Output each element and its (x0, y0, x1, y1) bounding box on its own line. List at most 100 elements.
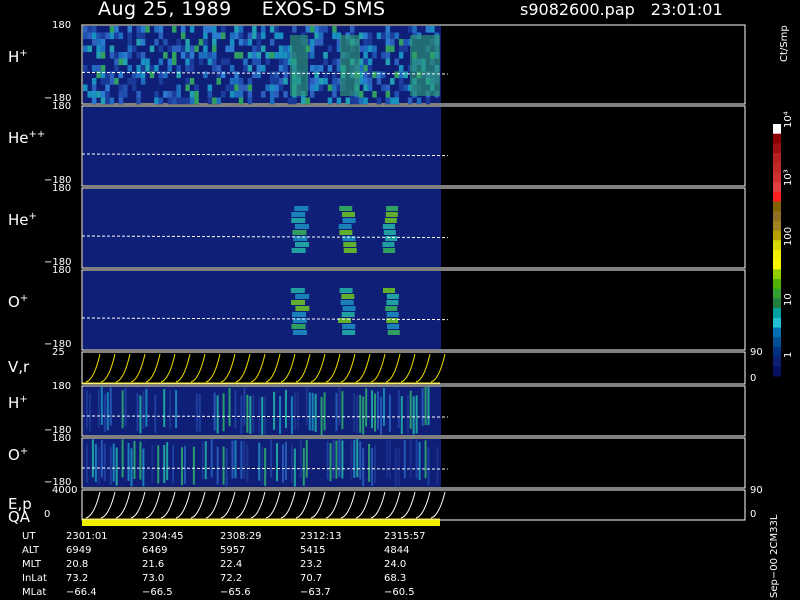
spectrogram-cell (140, 39, 146, 46)
spectrogram-stripe (359, 441, 362, 480)
spectrogram-cell (274, 84, 279, 92)
spectrogram-stripe (427, 447, 430, 486)
spectrogram-cell (198, 39, 204, 46)
spectrogram-cell (185, 58, 190, 66)
spectrogram-cell (416, 97, 422, 105)
spectrogram-cell (343, 242, 357, 247)
spectrogram-stripe (374, 445, 377, 484)
spectrogram-cell (339, 230, 353, 235)
spectrogram-cell (382, 224, 395, 229)
panel-species-label: He+ (8, 211, 37, 229)
spectrogram-cell (123, 58, 128, 66)
spectrogram-cell (256, 45, 262, 53)
spectrogram-cell (372, 45, 377, 53)
spectrogram-cell (252, 58, 257, 66)
spectrogram-stripe (320, 396, 323, 435)
colorbar-segment (773, 124, 781, 135)
spectrogram-cell (342, 218, 356, 223)
spectrogram-cell (118, 32, 124, 40)
spectrogram-cell (336, 97, 342, 105)
spectrogram-stripe (329, 443, 332, 482)
spectrogram-stripe (222, 446, 225, 485)
spectrogram-stripe (397, 390, 400, 429)
spectrogram-cell (386, 294, 399, 299)
spectrogram-cell (131, 45, 137, 53)
spectrogram-cell (105, 84, 110, 92)
spectrogram-stripe (403, 440, 406, 479)
spectrogram-cell (269, 26, 275, 33)
spectrogram-stripe (380, 396, 382, 435)
spectrogram-stripe (231, 440, 234, 479)
spectrogram-cell (252, 45, 257, 53)
spectrogram-cell (216, 97, 221, 105)
spectrogram-cell (229, 65, 235, 72)
spectrogram-cell (252, 52, 257, 59)
spectrogram-cell (247, 32, 253, 40)
spectrogram-cell (145, 65, 150, 72)
spectrogram-cell (394, 32, 399, 40)
spectrogram-stripe (261, 396, 264, 435)
spectrogram-cell (323, 78, 328, 85)
spectrogram-cell (342, 330, 356, 335)
spectrogram-cell (136, 91, 141, 98)
spectrogram-cell (149, 65, 155, 72)
spectrogram-cell (203, 26, 208, 33)
spectrogram-cell (385, 39, 391, 46)
spectrogram-cell (185, 97, 190, 105)
ephemeris-value: 2312:13 (300, 531, 342, 542)
spectrogram-cell (358, 97, 364, 105)
spectrogram-cell (154, 39, 159, 46)
spectrogram-stripe (350, 441, 353, 480)
spectrogram-stripe (276, 443, 279, 482)
spectrogram-cell (339, 288, 353, 293)
spectrogram-cell (247, 39, 253, 46)
spectrogram-cell (398, 39, 404, 46)
spectrogram-cell (243, 58, 248, 66)
spectrogram-stripe (371, 390, 374, 429)
spectrogram-cell (96, 65, 101, 72)
colorbar-label: 10 (783, 293, 794, 306)
spectrogram-stripe (154, 395, 157, 434)
panel-charge-label: + (19, 446, 29, 457)
ephemeris-label: MLT (22, 559, 41, 570)
ephemeris-value: −63.7 (300, 587, 331, 598)
spectrogram-stripe (142, 448, 145, 487)
spectrogram-cell (394, 71, 399, 79)
spectrogram-cell (294, 206, 309, 211)
spectrogram-cell (367, 78, 373, 85)
spectrogram-cell (381, 52, 386, 59)
spectrogram-cell (100, 45, 106, 53)
spectrogram-cell (185, 84, 190, 92)
spectrogram-stripe (97, 389, 100, 428)
spectrogram-cell (140, 65, 146, 72)
panel-species-label: H+ (8, 47, 28, 66)
spectrogram-stripe (142, 390, 145, 429)
ephemeris-value: −66.4 (66, 587, 97, 598)
spectrogram-stripe (243, 440, 246, 479)
spectrogram-cell (136, 32, 141, 40)
spectrogram-stripe (415, 440, 418, 479)
spectrogram-cell (385, 84, 391, 92)
spectrogram-cell (342, 324, 356, 329)
colorbar-segment (773, 366, 781, 377)
spectrogram-burst (290, 35, 308, 96)
colorbar-segment (773, 259, 781, 270)
spectrogram-cell (387, 330, 400, 335)
spectrogram-stripe (409, 439, 412, 478)
spectrogram-stripe (100, 387, 103, 426)
spectrogram-stripe (88, 393, 91, 432)
spectrogram-cell (163, 39, 168, 46)
spectrogram-cell (323, 71, 328, 79)
spectrogram-cell (341, 312, 355, 317)
spectrogram-cell (274, 91, 279, 98)
spectrogram-cell (341, 212, 355, 217)
spectrogram-stripe (385, 440, 388, 479)
spectrogram-stripe (290, 444, 293, 483)
ephemeris-value: 2304:45 (142, 531, 184, 542)
spectrogram-cell (145, 26, 150, 33)
spectrogram-cell (247, 91, 253, 98)
spectrogram-cell (283, 58, 288, 66)
spectrogram-cell (234, 32, 239, 40)
spectrogram-cell (243, 65, 248, 72)
spectrogram-cell (114, 32, 119, 40)
